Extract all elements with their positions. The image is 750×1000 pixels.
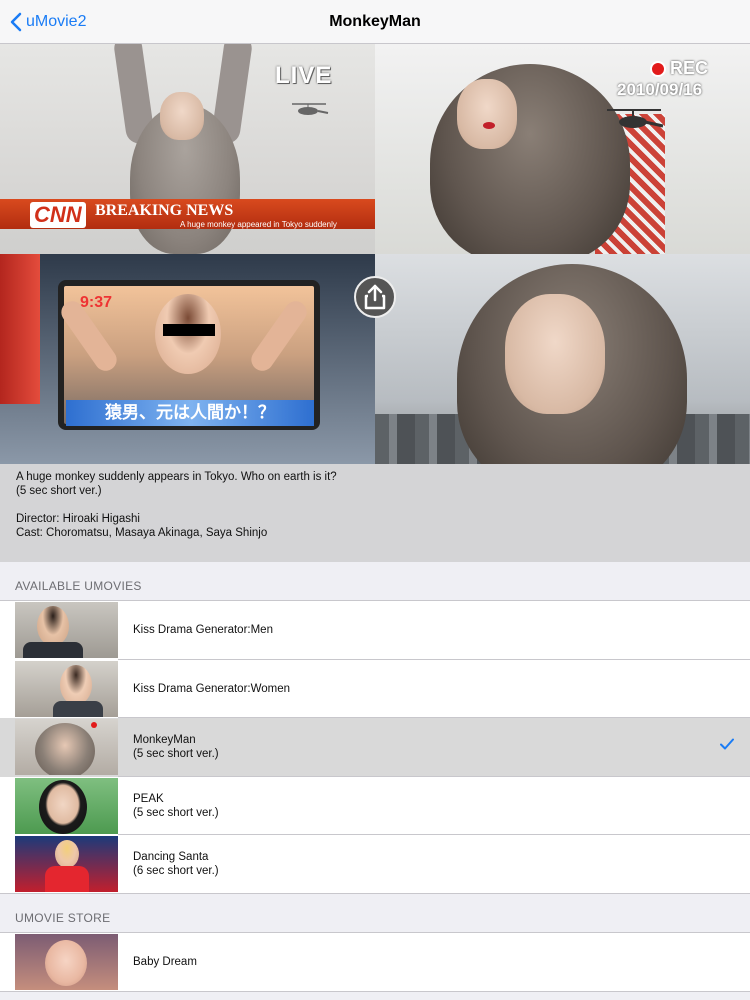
monkey-face [160,92,204,140]
thumbnail [15,602,118,658]
live-label: LIVE [275,62,333,89]
monkey-face [457,79,517,149]
helicopter-icon [607,109,664,128]
list-item-kiss-women[interactable]: Kiss Drama Generator:Women [0,660,750,719]
movie-description: A huge monkey suddenly appears in Tokyo.… [0,464,750,562]
list-item-title: MonkeyMan [133,734,196,747]
section-header-available: AVAILABLE UMOVIES [15,579,142,593]
available-umovies-list: Kiss Drama Generator:Men Kiss Drama Gene… [0,600,750,894]
list-item-title: Dancing Santa [133,851,209,864]
checkmark-icon [720,738,734,750]
helicopter-icon [292,103,329,115]
navigation-bar: uMovie2 MonkeyMan [0,0,750,44]
list-item-dancing-santa[interactable]: Dancing Santa (6 sec short ver.) [0,835,750,894]
description-director: Director: Hiroaki Higashi [16,513,140,525]
billboard-caption: 猿男、元は人間か！？ [66,400,314,426]
building-sign [0,254,40,404]
list-item-title: Kiss Drama Generator:Men [133,624,273,637]
list-item-kiss-men[interactable]: Kiss Drama Generator:Men [0,601,750,660]
preview-frame-billboard: 9:37 猿男、元は人間か！？ [0,254,375,464]
list-item-title: Kiss Drama Generator:Women [133,682,291,695]
rec-label: REC [670,58,709,78]
page-title: MonkeyMan [329,13,421,30]
preview-frame-closeup [375,254,750,464]
rec-date: 2010/09/16 [617,80,703,99]
thumbnail [15,836,118,892]
description-summary: A huge monkey suddenly appears in Tokyo.… [16,471,337,483]
list-item-peak[interactable]: PEAK (5 sec short ver.) [0,777,750,836]
preview-frame-news: LIVE CNN BREAKING NEWS A huge monkey app… [0,44,375,254]
censor-bar [163,324,215,336]
lips [483,122,495,129]
billboard-clock: 9:37 [80,294,113,311]
rec-indicator-icon [650,61,666,77]
list-item-title: Baby Dream [133,956,197,969]
description-cast: Cast: Choromatsu, Masaya Akinaga, Saya S… [16,527,268,539]
list-item-title: PEAK [133,792,164,805]
thumbnail [15,934,118,990]
monkey-figure [430,64,630,254]
list-item-subtitle: (6 sec short ver.) [133,865,219,878]
thumbnail [15,660,118,717]
list-item-subtitle: (5 sec short ver.) [133,806,219,819]
monkey-face [505,294,605,414]
section-header-store: UMOVIE STORE [15,911,111,925]
news-subtitle: A huge monkey appeared in Tokyo suddenly [180,220,337,229]
share-button[interactable] [354,276,396,318]
thumbnail [15,777,118,834]
list-item-monkeyman[interactable]: MonkeyMan (5 sec short ver.) [0,718,750,777]
news-logo: CNN [30,202,86,228]
movie-preview[interactable]: LIVE CNN BREAKING NEWS A huge monkey app… [0,44,750,464]
breaking-news-label: BREAKING NEWS [95,202,234,219]
list-item-subtitle: (5 sec short ver.) [133,748,219,761]
list-item-baby-dream[interactable]: Baby Dream [0,933,750,992]
thumbnail [15,719,118,775]
umovie-store-list: Baby Dream [0,932,750,992]
description-version: (5 sec short ver.) [16,485,102,497]
share-icon [364,284,386,310]
